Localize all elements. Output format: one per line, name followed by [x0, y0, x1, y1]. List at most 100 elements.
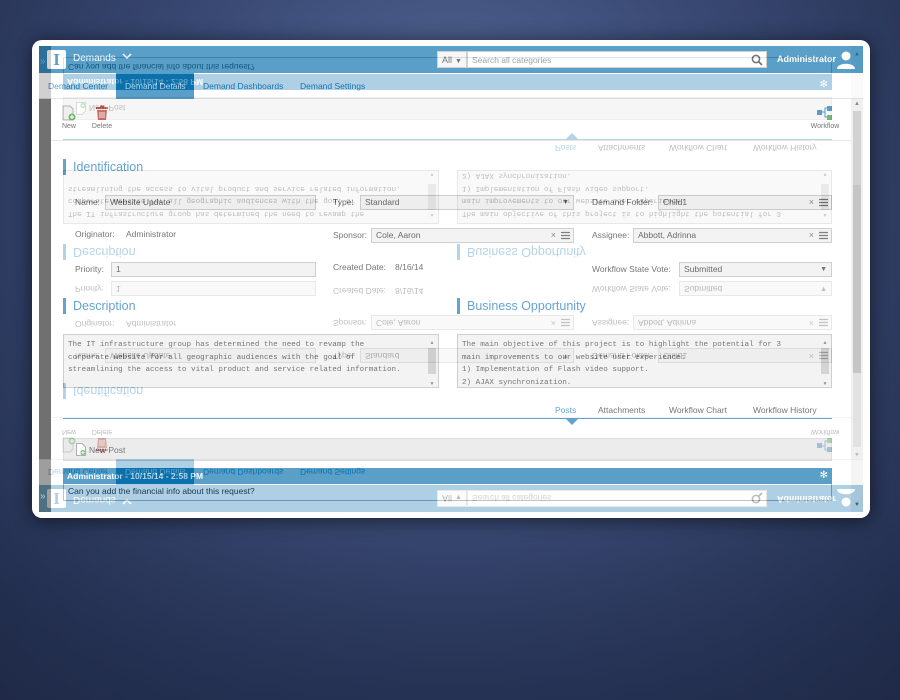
page-scrollbar[interactable]: ▲ ▼: [851, 99, 863, 512]
created-date-value: 8/16/14: [395, 262, 424, 272]
gear-icon[interactable]: ✻: [820, 468, 828, 484]
business-opportunity-line: 1) Implementation of Flash video support…: [462, 366, 649, 375]
list-icon[interactable]: [819, 198, 828, 207]
subtab-workflow-history[interactable]: Workflow History: [753, 405, 817, 415]
name-value: Website Update: [110, 197, 171, 207]
reflection-fade: [0, 518, 900, 700]
search-icon[interactable]: [751, 53, 763, 66]
type-label: Type:: [333, 197, 354, 207]
name-field[interactable]: Website Update: [105, 195, 316, 210]
description-line: streamlining the access to vital product…: [68, 366, 401, 375]
scroll-thumb[interactable]: [821, 348, 829, 374]
priority-label: Priority:: [75, 264, 104, 274]
new-button-label: New: [61, 123, 76, 130]
workflow-icon: [817, 106, 832, 120]
workflow-button[interactable]: Workflow: [805, 105, 845, 130]
assignee-value: Abbott, Adrinna: [638, 230, 697, 240]
identification-heading: Identification: [63, 159, 143, 175]
caret-down-icon: ▼: [562, 199, 569, 206]
type-select[interactable]: Standard ▼: [360, 195, 574, 210]
post-header: Administrator - 10/15/14 - 2:58 PM ✻: [63, 468, 832, 484]
business-opportunity-line: 2) AJAX synchronization.: [462, 378, 572, 387]
double-chevron-right-icon[interactable]: »: [40, 491, 46, 502]
app-logo[interactable]: I: [47, 50, 66, 69]
description-line: corporate website for all geographic aud…: [68, 353, 356, 362]
new-post-label: New Post: [89, 445, 126, 455]
demand-details-content: New Delete Workflow Identification Name:…: [51, 99, 851, 512]
collapse-rail[interactable]: »: [39, 99, 51, 512]
delete-button-label: Delete: [91, 123, 113, 130]
new-button[interactable]: New: [54, 105, 84, 130]
demand-folder-label: Demand Folder:: [592, 197, 653, 207]
scroll-thumb[interactable]: [428, 348, 436, 374]
tab-demand-dashboards[interactable]: Demand Dashboards: [194, 73, 292, 99]
post-body: Can you add the financial info about thi…: [63, 484, 832, 501]
originator-label: Originator:: [75, 229, 115, 239]
business-opportunity-heading: Business Opportunity: [457, 298, 586, 314]
sponsor-label: Sponsor:: [333, 230, 368, 240]
trash-icon: [96, 105, 108, 120]
subtab-attachments[interactable]: Attachments: [598, 405, 645, 415]
user-avatar-icon[interactable]: [836, 49, 856, 69]
workflow-state-label: Workflow State Vote:: [592, 264, 671, 274]
new-post-icon: [76, 443, 86, 456]
workflow-button-label: Workflow: [810, 123, 840, 130]
demand-folder-value: Child1: [663, 197, 688, 207]
priority-value: 1: [116, 264, 121, 274]
clear-icon[interactable]: ×: [551, 229, 556, 242]
caret-down-icon: ▼: [455, 58, 462, 65]
top-bar: I Demands All▼ Administrator: [39, 46, 863, 73]
business-opportunity-line: The main objective of this project is to…: [462, 341, 781, 349]
business-opportunity-textarea[interactable]: The main objective of this project is to…: [457, 334, 832, 388]
clear-icon[interactable]: ×: [809, 229, 814, 242]
scroll-down-icon[interactable]: ▼: [820, 378, 830, 387]
workflow-state-value: Submitted: [684, 264, 723, 274]
business-opportunity-line: main improvements to our website user ex…: [462, 353, 686, 362]
workflow-state-select[interactable]: Submitted ▼: [679, 262, 832, 277]
chevron-down-icon[interactable]: [122, 51, 132, 64]
scroll-down-icon[interactable]: ▼: [427, 378, 437, 387]
created-date-label: Created Date:: [333, 262, 386, 272]
app-window-frame: I Demands All▼ Administrator D: [32, 40, 870, 518]
name-label: Name:: [75, 197, 101, 207]
delete-button[interactable]: Delete: [87, 105, 117, 130]
description-line: The IT infrastructure group has determin…: [68, 341, 365, 349]
caret-down-icon: ▼: [820, 266, 827, 273]
search-input[interactable]: [467, 51, 767, 68]
description-heading: Description: [63, 298, 136, 314]
post-author-timestamp: Administrator - 10/15/14 - 2:58 PM: [67, 471, 204, 481]
demand-folder-field[interactable]: Child1 ×: [658, 195, 832, 210]
scroll-down-icon[interactable]: ▼: [853, 502, 861, 508]
action-toolbar: New Delete Workflow: [51, 99, 851, 141]
active-tab-pointer: [566, 419, 578, 425]
new-post-button[interactable]: New Post: [63, 438, 832, 461]
main-nav-tabs: Demand Center Demand Details Demand Dash…: [39, 73, 863, 99]
type-value: Standard: [365, 197, 400, 207]
app-window: I Demands All▼ Administrator D: [39, 46, 863, 512]
textarea-scrollbar[interactable]: ▲ ▼: [427, 336, 437, 387]
search-scope-select[interactable]: All ▼: [437, 51, 467, 68]
subtab-workflow-chart[interactable]: Workflow Chart: [669, 405, 727, 415]
subtab-posts[interactable]: Posts: [555, 405, 576, 415]
new-document-icon: [62, 105, 76, 121]
user-name[interactable]: Administrator: [777, 54, 836, 64]
list-icon[interactable]: [561, 231, 570, 240]
sponsor-value: Cole, Aaron: [376, 230, 421, 240]
tab-demand-center[interactable]: Demand Center: [39, 73, 117, 99]
description-textarea[interactable]: The IT infrastructure group has determin…: [63, 334, 439, 388]
textarea-scrollbar[interactable]: ▲ ▼: [820, 336, 830, 387]
tab-demand-details[interactable]: Demand Details: [116, 73, 195, 99]
priority-field[interactable]: 1: [111, 262, 316, 277]
subtab-divider: [63, 418, 832, 419]
assignee-label: Assignee:: [592, 230, 630, 240]
list-icon[interactable]: [819, 231, 828, 240]
clear-icon[interactable]: ×: [809, 196, 814, 209]
page-scroll-thumb[interactable]: [853, 111, 861, 373]
tab-demand-settings[interactable]: Demand Settings: [291, 73, 374, 99]
sponsor-field[interactable]: Cole, Aaron ×: [371, 228, 574, 243]
app-title[interactable]: Demands: [73, 53, 116, 64]
scroll-up-icon[interactable]: ▲: [853, 101, 861, 107]
originator-value: Administrator: [126, 229, 177, 239]
assignee-field[interactable]: Abbott, Adrinna ×: [633, 228, 832, 243]
search-scope-value: All: [442, 55, 453, 65]
